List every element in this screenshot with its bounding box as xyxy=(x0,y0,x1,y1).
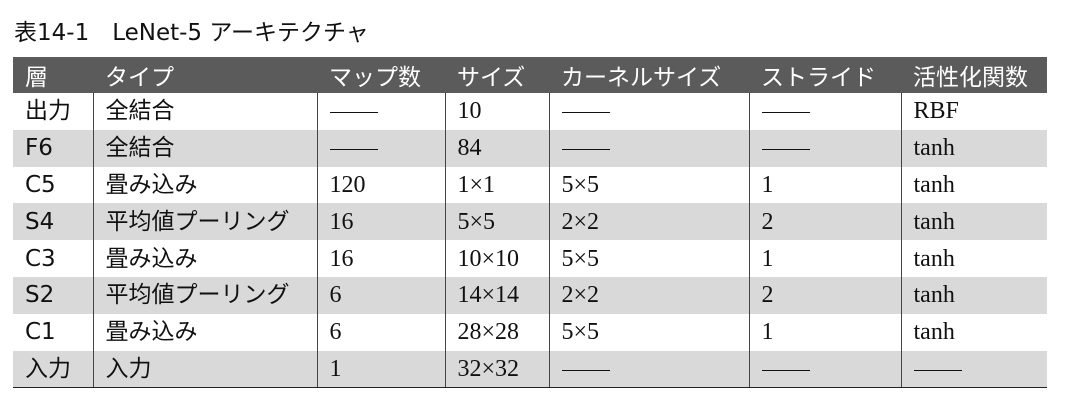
cell-stride: 1 xyxy=(748,313,901,351)
cell-kernel-size xyxy=(548,350,749,389)
cell-maps: 16 xyxy=(316,203,445,241)
cell-stride xyxy=(748,350,901,389)
cell-type: 全結合 xyxy=(92,93,317,130)
cell-type: 畳み込み xyxy=(92,240,317,277)
cell-maps: 6 xyxy=(316,276,445,314)
cell-size: 10 xyxy=(444,93,549,130)
cell-size: 1×1 xyxy=(444,166,549,204)
cell-layer: C5 xyxy=(25,171,56,198)
cell-type: 平均値プーリング xyxy=(92,276,317,314)
cell-layer: S4 xyxy=(13,203,93,241)
empty-dash xyxy=(329,149,378,151)
cell-type: 畳み込み xyxy=(92,313,317,351)
cell-size: 28×28 xyxy=(444,313,549,351)
cell-kernel-size: 5×5 xyxy=(548,313,749,351)
cell-type: 平均値プーリング xyxy=(92,203,317,241)
cell-layer: F6 xyxy=(13,129,93,167)
empty-dash xyxy=(761,149,810,151)
cell-stride xyxy=(748,93,901,130)
cell-stride: 2 xyxy=(748,203,901,241)
header-size: サイズ xyxy=(445,57,549,93)
cell-activation: tanh xyxy=(900,313,1047,351)
header-maps: マップ数 xyxy=(317,57,445,93)
table-row: 出力 全結合 10 RBF xyxy=(13,93,1047,130)
cell-maps xyxy=(316,129,445,167)
cell-kernel-size xyxy=(548,93,749,130)
cell-activation: tanh xyxy=(900,203,1047,241)
empty-dash xyxy=(329,112,378,114)
cell-maps: 16 xyxy=(316,240,445,277)
cell-maps: 6 xyxy=(316,313,445,351)
architecture-table: 層 タイプ マップ数 サイズ カーネルサイズ ストライド 活性化関数 出力 全結合… xyxy=(13,57,1047,389)
table-caption: 表14-1 LeNet-5 アーキテクチャ xyxy=(14,20,369,46)
cell-activation: tanh xyxy=(900,166,1047,204)
cell-stride: 1 xyxy=(748,166,901,204)
cell-type: 全結合 xyxy=(92,129,317,167)
cell-stride: 2 xyxy=(748,276,901,314)
table-row: C1 畳み込み 6 28×28 5×5 1 tanh xyxy=(13,313,1047,351)
table-row: F6 全結合 84 tanh xyxy=(13,129,1047,167)
cell-kernel-size: 5×5 xyxy=(548,240,749,277)
cell-maps: 1 xyxy=(316,350,445,389)
cell-activation: tanh xyxy=(900,240,1047,277)
header-layer: 層 xyxy=(13,57,93,93)
header-type: タイプ xyxy=(93,57,317,93)
cell-activation: tanh xyxy=(900,129,1047,167)
table-row: C3 畳み込み 16 10×10 5×5 1 tanh xyxy=(13,240,1047,277)
empty-dash xyxy=(561,112,610,114)
cell-size: 84 xyxy=(444,129,549,167)
cell-layer: C1 xyxy=(25,319,56,346)
cell-maps xyxy=(316,93,445,130)
cell-size: 10×10 xyxy=(444,240,549,277)
empty-dash xyxy=(761,369,810,371)
empty-dash xyxy=(761,112,810,114)
empty-dash xyxy=(561,369,610,371)
cell-stride: 1 xyxy=(748,240,901,277)
cell-stride xyxy=(748,129,901,167)
header-activation: 活性化関数 xyxy=(901,57,1047,93)
cell-kernel-size: 2×2 xyxy=(548,203,749,241)
table-row: C5 畳み込み 120 1×1 5×5 1 tanh xyxy=(13,166,1047,204)
cell-kernel-size: 2×2 xyxy=(548,276,749,314)
cell-kernel-size: 5×5 xyxy=(548,166,749,204)
empty-dash xyxy=(561,149,610,151)
cell-layer: S2 xyxy=(13,276,93,314)
table-row: 入力 入力 1 32×32 xyxy=(13,350,1047,389)
cell-activation xyxy=(900,350,1047,389)
cell-layer: 出力 xyxy=(25,98,71,125)
header-stride: ストライド xyxy=(749,57,901,93)
cell-kernel-size xyxy=(548,129,749,167)
empty-dash xyxy=(913,369,962,371)
cell-size: 5×5 xyxy=(444,203,549,241)
table-header-row: 層 タイプ マップ数 サイズ カーネルサイズ ストライド 活性化関数 xyxy=(13,57,1047,93)
cell-activation: tanh xyxy=(900,276,1047,314)
header-kernel-size: カーネルサイズ xyxy=(549,57,749,93)
cell-activation: RBF xyxy=(900,93,1047,130)
table-row: S2 平均値プーリング 6 14×14 2×2 2 tanh xyxy=(13,276,1047,314)
cell-size: 32×32 xyxy=(444,350,549,389)
cell-layer: C3 xyxy=(25,245,56,272)
cell-type: 入力 xyxy=(92,350,317,389)
table-row: S4 平均値プーリング 16 5×5 2×2 2 tanh xyxy=(13,203,1047,241)
cell-maps: 120 xyxy=(316,166,445,204)
cell-size: 14×14 xyxy=(444,276,549,314)
cell-type: 畳み込み xyxy=(92,166,317,204)
cell-layer: 入力 xyxy=(13,350,93,389)
